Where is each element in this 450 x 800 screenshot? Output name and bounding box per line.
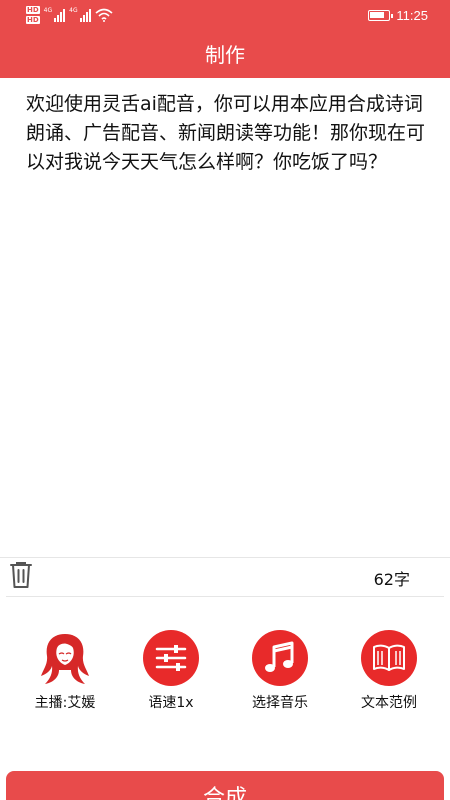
signal-2-tag: 4G bbox=[69, 7, 78, 14]
music-note-icon bbox=[252, 630, 308, 686]
speed-label: 语速1x bbox=[148, 695, 194, 711]
anchor-label: 主播:艾媛 bbox=[34, 695, 96, 711]
battery-fill bbox=[370, 12, 385, 18]
page-title: 制作 bbox=[0, 32, 450, 78]
anchor-select-button[interactable]: 主播:艾媛 bbox=[10, 630, 120, 712]
music-button[interactable]: 选择音乐 bbox=[225, 630, 335, 712]
hd-badge-1: HD bbox=[26, 6, 40, 14]
divider bbox=[0, 557, 450, 558]
tool-row: 主播:艾媛 语速1x 选择音乐 文本范例 bbox=[0, 630, 450, 720]
book-icon bbox=[361, 630, 417, 686]
hd-indicators: HD HD bbox=[26, 6, 40, 24]
text-example-button[interactable]: 文本范例 bbox=[334, 630, 444, 712]
status-right: 11:25 bbox=[368, 8, 428, 23]
compose-button[interactable]: 合成 bbox=[6, 771, 444, 800]
status-time: 11:25 bbox=[396, 8, 428, 23]
speed-sliders-icon bbox=[143, 630, 199, 686]
wifi-icon bbox=[95, 8, 113, 22]
signal-1-icon: 4G bbox=[43, 7, 66, 22]
status-left: HD HD 4G 4G bbox=[26, 6, 113, 24]
text-editor[interactable]: 欢迎使用灵舌ai配音，你可以用本应用合成诗词朗诵、广告配音、新闻朗读等功能！那你… bbox=[26, 90, 430, 177]
divider bbox=[6, 596, 444, 597]
char-count: 62字 bbox=[373, 570, 410, 589]
signal-1-tag: 4G bbox=[43, 7, 53, 14]
battery-icon bbox=[368, 10, 394, 21]
anchor-avatar-icon bbox=[37, 630, 93, 686]
hd-badge-2: HD bbox=[26, 16, 40, 24]
signal-2-icon: 4G bbox=[69, 7, 91, 22]
speed-button[interactable]: 语速1x bbox=[116, 630, 226, 712]
music-label: 选择音乐 bbox=[252, 695, 308, 711]
text-example-label: 文本范例 bbox=[361, 695, 417, 711]
trash-icon[interactable] bbox=[6, 561, 36, 589]
status-bar: HD HD 4G 4G 11:25 bbox=[0, 0, 450, 32]
